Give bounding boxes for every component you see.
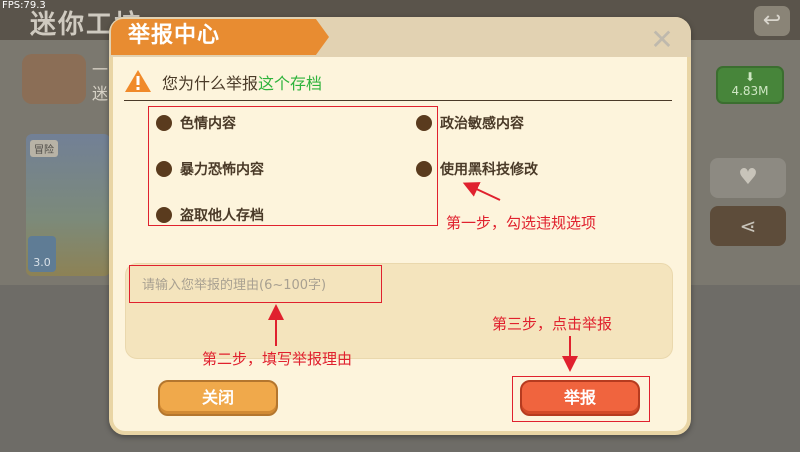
annotation-arrows — [268, 182, 578, 372]
arrow-step1 — [462, 182, 501, 201]
